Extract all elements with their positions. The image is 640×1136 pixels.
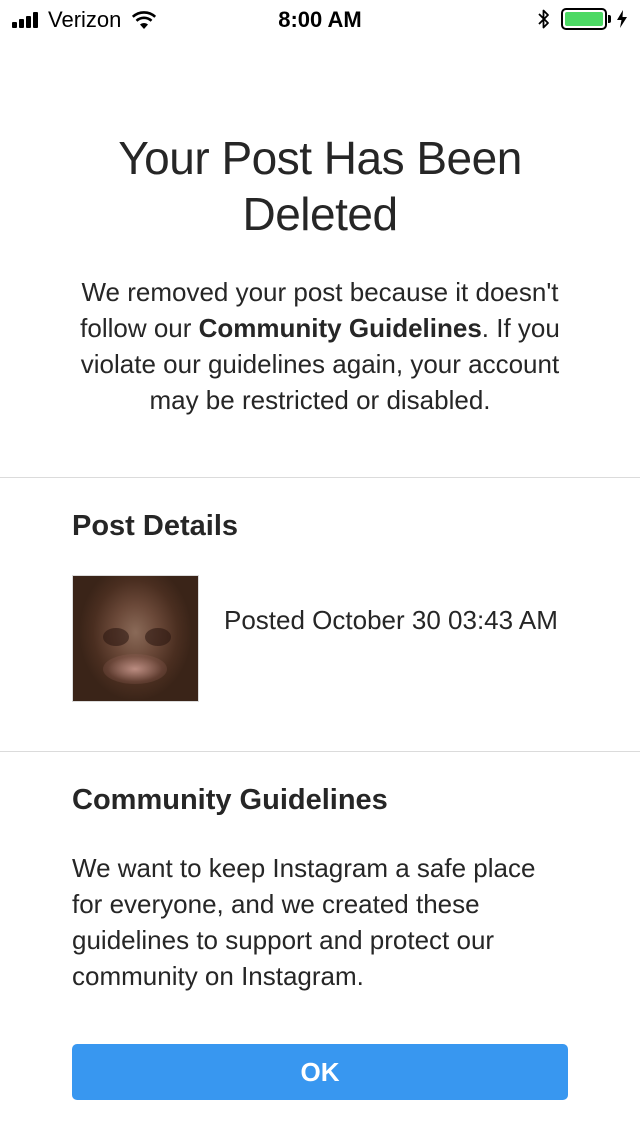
page-title: Your Post Has Been Deleted (118, 132, 522, 240)
community-guidelines-heading: Community Guidelines (72, 784, 388, 816)
post-details-heading: Post Details (72, 510, 238, 542)
thumb-shade (145, 628, 171, 646)
post-deleted-screen: Verizon 8:00 AM Your Post Has Been Delet… (0, 0, 640, 1136)
battery-fill (565, 12, 603, 26)
thumb-highlight (103, 654, 167, 684)
status-bar: Verizon 8:00 AM (0, 0, 640, 40)
battery-tip (608, 15, 611, 23)
bluetooth-icon (538, 9, 549, 29)
thumb-shade (103, 628, 129, 646)
community-guidelines-link[interactable]: Community Guidelines (199, 313, 482, 343)
status-right (537, 8, 628, 30)
divider (0, 751, 640, 752)
post-thumbnail (72, 575, 199, 702)
divider (0, 477, 640, 478)
ok-button[interactable]: OK (72, 1044, 568, 1100)
post-date: Posted October 30 03:43 AM (224, 605, 558, 635)
removal-explanation: We removed your post because it doesn't … (60, 274, 580, 418)
charging-icon (617, 10, 627, 28)
battery-icon (561, 8, 607, 30)
community-guidelines-text: We want to keep Instagram a safe place f… (72, 853, 536, 991)
